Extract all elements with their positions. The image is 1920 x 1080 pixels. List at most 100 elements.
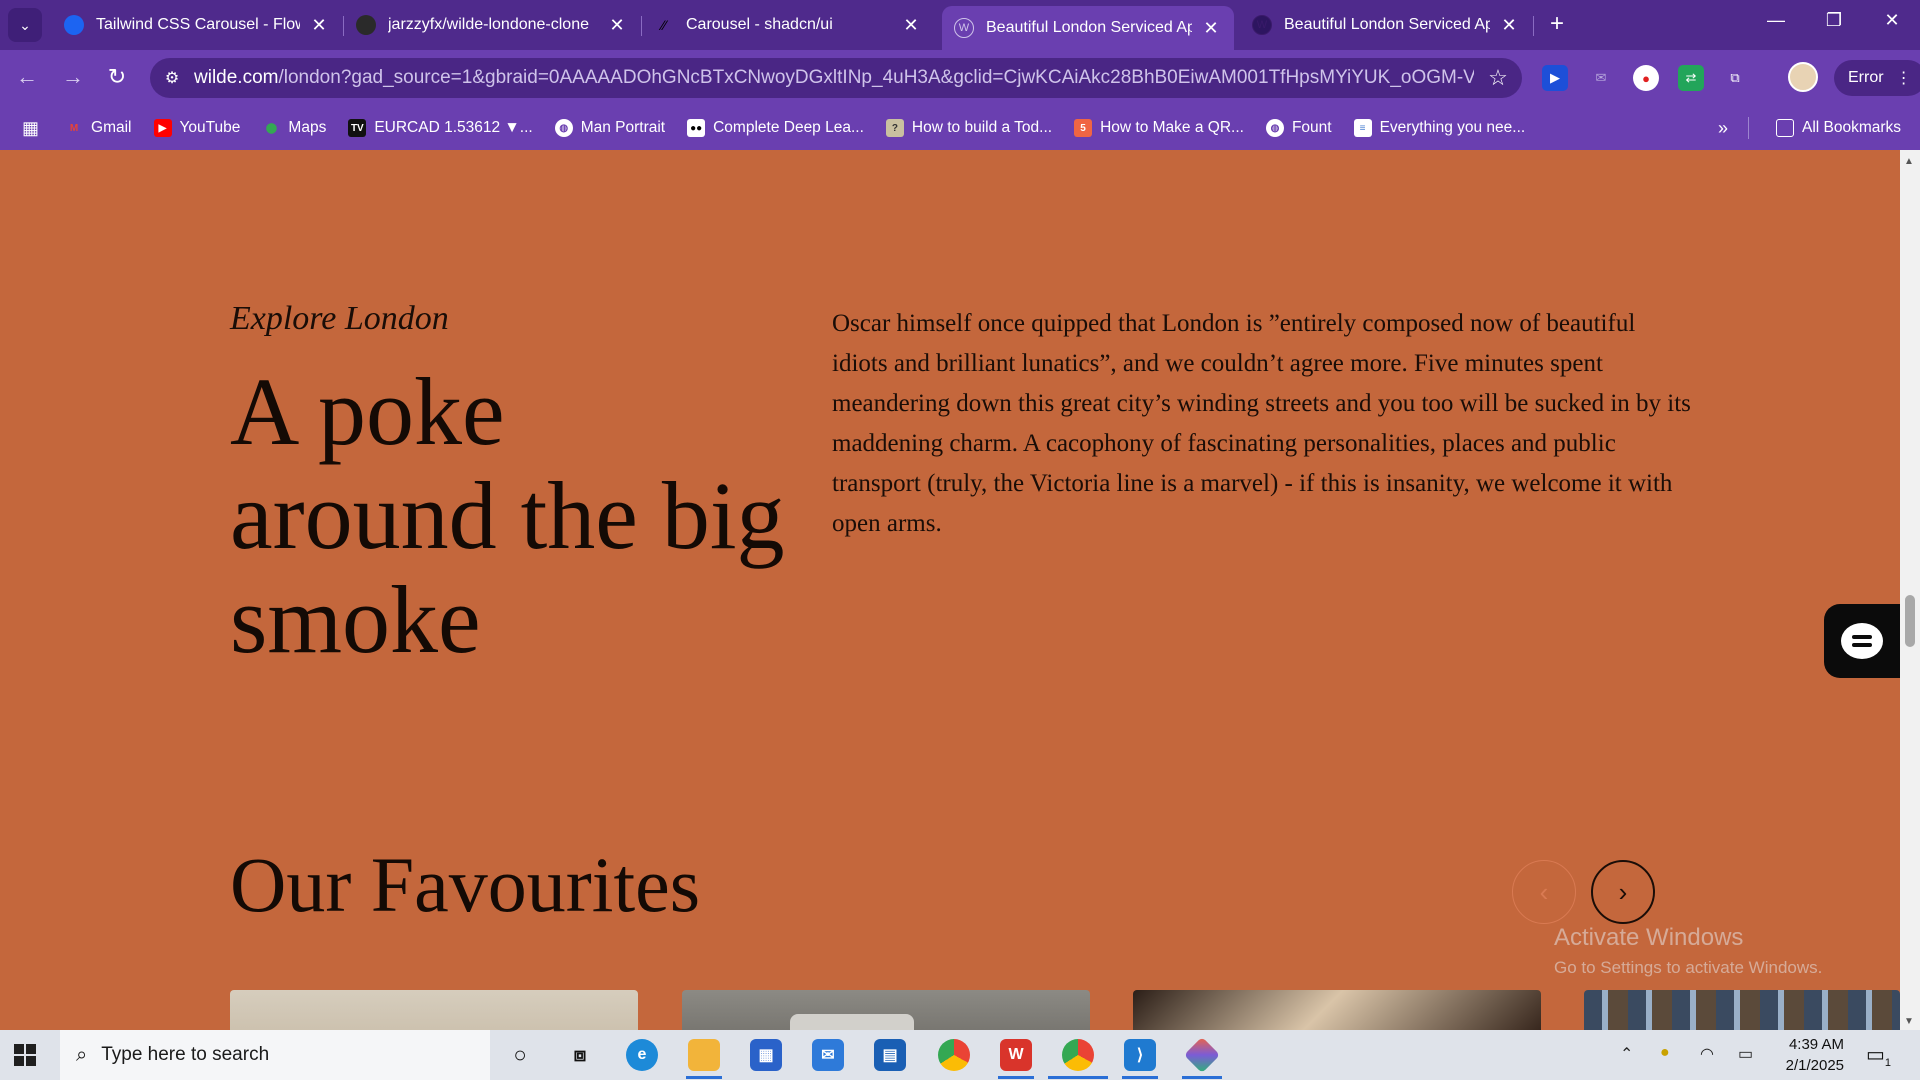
more-bookmarks-icon[interactable]: »: [1718, 118, 1728, 139]
new-tab-button[interactable]: +: [1542, 10, 1572, 38]
gmail-icon: M: [69, 122, 79, 134]
tab-strip: ⌄ Tailwind CSS Carousel - Flowbite ✕ jar…: [0, 0, 1920, 50]
taskbar-search[interactable]: ⌕ Type here to search: [60, 1030, 490, 1080]
forward-button[interactable]: →: [58, 64, 88, 90]
search-icon: ⌕: [76, 1043, 88, 1066]
mail-icon[interactable]: ✉: [812, 1039, 844, 1071]
gitkraken-icon[interactable]: [1183, 1036, 1221, 1074]
error-menu-button[interactable]: Error ⋮: [1834, 60, 1920, 96]
window-close-button[interactable]: ✕: [1872, 10, 1912, 31]
bookmark-youtube[interactable]: ▶ YouTube: [153, 119, 240, 137]
close-icon[interactable]: ✕: [310, 15, 328, 36]
minimize-button[interactable]: —: [1756, 10, 1796, 31]
extensions-puzzle-icon[interactable]: ⧉: [1722, 65, 1748, 91]
favourite-card-1[interactable]: [230, 990, 638, 1030]
tab-title: Carousel - shadcn/ui: [686, 16, 833, 33]
back-button[interactable]: ←: [12, 64, 42, 90]
tab-wilde-active[interactable]: W Beautiful London Serviced Apar ✕: [942, 6, 1234, 50]
scroll-up-icon[interactable]: ▲: [1904, 156, 1914, 167]
bookmarks-divider: [1748, 117, 1749, 139]
bookmark-label: How to build a Tod...: [911, 119, 1053, 136]
edge-icon[interactable]: e: [626, 1039, 658, 1071]
page-scrollbar[interactable]: ▲ ▼: [1900, 150, 1920, 1030]
address-bar[interactable]: ⚙ wilde.com/london?gad_source=1&gbraid=0…: [150, 58, 1522, 98]
watermark-subtitle: Go to Settings to activate Windows.: [1554, 958, 1823, 977]
flowbite-icon: [64, 15, 84, 35]
wilde-icon: W: [1252, 15, 1272, 35]
bookmark-everything[interactable]: ≡ Everything you nee...: [1353, 119, 1525, 137]
question-icon: ?: [885, 119, 904, 137]
github-icon: [356, 15, 376, 35]
carousel-next-button[interactable]: ›: [1591, 860, 1655, 924]
cortana-icon[interactable]: ○: [504, 1039, 536, 1071]
folder-icon: [1776, 119, 1794, 137]
close-icon[interactable]: ✕: [1202, 18, 1220, 39]
extension-play-icon[interactable]: ▶: [1542, 65, 1568, 91]
scroll-down-icon[interactable]: ▼: [1904, 1016, 1914, 1027]
apps-grid-icon[interactable]: ▦: [22, 118, 39, 139]
bookmark-gmail[interactable]: M Gmail: [65, 119, 132, 137]
error-label: Error: [1848, 69, 1884, 86]
running-indicator: [686, 1076, 722, 1079]
microsoft-store-icon[interactable]: ▦: [750, 1039, 782, 1071]
network-icon[interactable]: ◠: [1700, 1044, 1714, 1064]
chat-icon: [1841, 623, 1883, 659]
tab-search-button[interactable]: ⌄: [8, 8, 42, 42]
scrollbar-thumb[interactable]: [1905, 595, 1915, 647]
tab-github[interactable]: jarzzyfx/wilde-londone-clone ✕: [344, 6, 640, 44]
section-eyebrow: Explore London: [230, 300, 449, 337]
reload-button[interactable]: ↻: [102, 64, 132, 90]
news-icon[interactable]: ▤: [874, 1039, 906, 1071]
bookmark-deep-learning[interactable]: ●● Complete Deep Lea...: [687, 119, 864, 137]
bookmark-man-portrait[interactable]: ◍ Man Portrait: [554, 119, 665, 137]
bookmark-fount[interactable]: ◍ Fount: [1265, 119, 1332, 137]
bookmark-qr[interactable]: 5 How to Make a QR...: [1074, 119, 1244, 137]
profile-avatar[interactable]: [1788, 62, 1818, 92]
chat-widget-button[interactable]: [1824, 604, 1900, 678]
task-view-icon[interactable]: ⧈: [564, 1039, 596, 1071]
tab-flowbite[interactable]: Tailwind CSS Carousel - Flowbite ✕: [52, 6, 342, 44]
clock-date: 2/1/2025: [1785, 1057, 1844, 1074]
chrome-icon[interactable]: [938, 1039, 970, 1071]
bookmark-maps[interactable]: ⬤ Maps: [262, 119, 327, 137]
all-bookmarks-button[interactable]: All Bookmarks: [1776, 119, 1901, 137]
favourite-card-4[interactable]: [1584, 990, 1900, 1030]
chrome-active-icon[interactable]: [1062, 1039, 1094, 1071]
windows-start-icon[interactable]: [14, 1044, 36, 1066]
tray-overflow-icon[interactable]: ⌃: [1620, 1044, 1633, 1064]
windows-taskbar: ⌕ Type here to search ○ ⧈ e ▦ ✉ ▤ W ⟩ ⌃ …: [0, 1030, 1920, 1080]
file-explorer-icon[interactable]: [688, 1039, 720, 1071]
system-clock[interactable]: 4:39 AM 2/1/2025: [1774, 1034, 1844, 1076]
browser-toolbar: ← → ↻ ⚙ wilde.com/london?gad_source=1&gb…: [0, 50, 1920, 106]
close-icon[interactable]: ✕: [902, 15, 920, 36]
tab-title: Tailwind CSS Carousel - Flowbite: [96, 16, 300, 33]
wps-office-icon[interactable]: W: [1000, 1039, 1032, 1071]
clock-time: 4:39 AM: [1788, 1036, 1844, 1053]
battery-icon[interactable]: ▭: [1738, 1044, 1753, 1064]
url-text[interactable]: wilde.com/london?gad_source=1&gbraid=0AA…: [194, 67, 1474, 89]
chevron-left-icon: ‹: [1539, 876, 1549, 907]
bookmark-todo[interactable]: ? How to build a Tod...: [885, 119, 1053, 137]
carousel-prev-button[interactable]: ‹: [1512, 860, 1576, 924]
restore-button[interactable]: ❐: [1814, 10, 1854, 31]
site-settings-icon[interactable]: ⚙: [150, 68, 194, 88]
tray-app-icon[interactable]: ●: [1660, 1044, 1670, 1062]
bookmark-star-icon[interactable]: ☆: [1474, 65, 1522, 91]
close-icon[interactable]: ✕: [608, 15, 626, 36]
favourite-card-3[interactable]: [1133, 990, 1541, 1030]
extension-pokeball-icon[interactable]: ●: [1633, 65, 1659, 91]
notification-count: 1: [1884, 1057, 1892, 1069]
vscode-icon[interactable]: ⟩: [1124, 1039, 1156, 1071]
favourite-card-2[interactable]: [682, 990, 1090, 1030]
tab-shadcn[interactable]: ⁄⁄ Carousel - shadcn/ui ✕: [642, 6, 934, 44]
url-path: /london?gad_source=1&gbraid=0AAAAADOhGNc…: [278, 67, 1474, 88]
globe-icon: ◍: [1265, 119, 1284, 137]
extension-sheets-icon[interactable]: ⇄: [1678, 65, 1704, 91]
close-icon[interactable]: ✕: [1500, 15, 1518, 36]
bookmark-eurcad[interactable]: TV EURCAD 1.53612 ▼...: [348, 119, 533, 137]
bookmark-label: Fount: [1291, 119, 1332, 136]
tab-wilde[interactable]: W Beautiful London Serviced Apar ✕: [1240, 6, 1532, 44]
running-indicator: [998, 1076, 1034, 1079]
extension-mail-icon[interactable]: ✉: [1588, 65, 1614, 91]
notification-center-icon[interactable]: ▭1: [1866, 1042, 1891, 1069]
